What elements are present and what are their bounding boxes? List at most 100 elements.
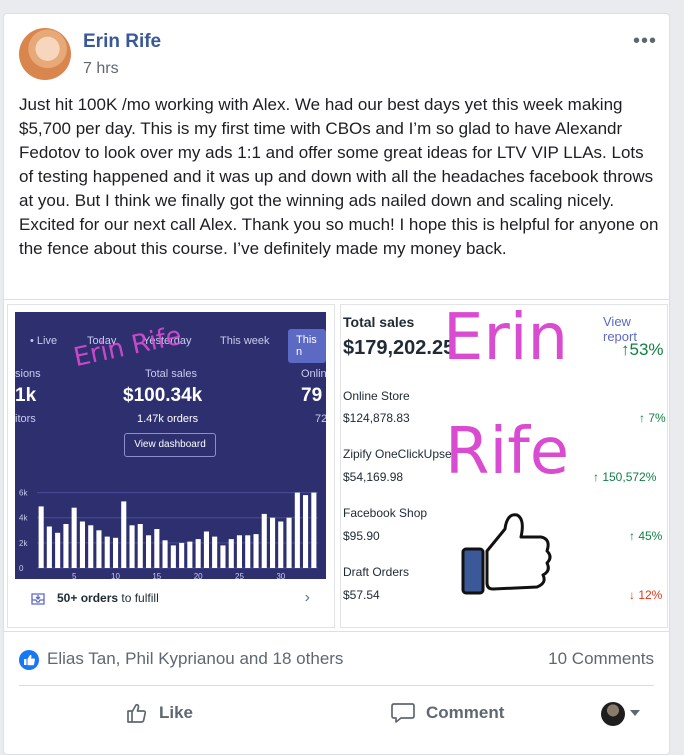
row-value: $124,878.83 — [343, 411, 410, 425]
x-tick-label: 15 — [152, 572, 161, 579]
chart-bar — [38, 506, 44, 568]
row-name: Facebook Shop — [343, 506, 428, 520]
chart-bar — [278, 521, 284, 568]
chart-bar — [286, 517, 292, 568]
chart-bar — [253, 534, 259, 568]
like-icon — [127, 703, 147, 723]
total-sales-label: Total sales — [145, 368, 197, 380]
chart-bar — [146, 535, 152, 568]
chart-bar — [46, 526, 52, 568]
chart-bar — [71, 507, 77, 568]
orders-to-fulfill[interactable]: 50+ orders to fulfill › — [15, 579, 326, 619]
x-tick-label: 10 — [111, 572, 120, 579]
chart-bar — [154, 529, 160, 568]
tab-this-month: This n — [288, 329, 326, 363]
more-options-icon[interactable]: ••• — [633, 30, 657, 53]
fulfill-suffix: to fulfill — [118, 591, 159, 605]
fulfill-count: 50+ orders — [57, 591, 119, 605]
chart-bar — [129, 525, 135, 568]
chart-bar — [203, 531, 209, 568]
like-reaction-icon[interactable] — [19, 650, 39, 670]
like-label: Like — [159, 703, 194, 722]
chart-bar — [236, 535, 242, 568]
chart-bar — [121, 501, 127, 568]
chevron-down-icon[interactable] — [630, 710, 640, 716]
row-name: Draft Orders — [343, 565, 410, 579]
row-value: $54,169.98 — [343, 470, 404, 484]
chart-bar — [79, 521, 85, 568]
x-tick-label: 5 — [72, 572, 77, 579]
x-tick-label: 25 — [235, 572, 244, 579]
comments-count[interactable]: 10 Comments — [548, 649, 654, 669]
chart-bar — [245, 535, 251, 568]
inbox-icon — [31, 593, 45, 605]
orders-count: 1.47k orders — [137, 413, 199, 425]
chart-bar — [187, 541, 193, 568]
dashboard-screenshot[interactable]: • Live Today Yesterday This week This n … — [7, 304, 335, 628]
chart-bar — [270, 517, 276, 568]
watermark-rife: Rife — [445, 415, 570, 489]
author-name[interactable]: Erin Rife — [83, 31, 161, 53]
chart-bar — [228, 539, 234, 568]
online-label: Onlin — [301, 368, 326, 380]
row-value: $95.90 — [343, 529, 380, 543]
sessions-value: 1k — [15, 385, 37, 406]
row-change: ↓ 12% — [629, 588, 663, 602]
sales-total: $179,202.25 — [343, 337, 455, 359]
dashboard-panel: • Live Today Yesterday This week This n … — [15, 312, 326, 579]
tab-this-week: This week — [220, 335, 270, 347]
chart-bar — [195, 539, 201, 568]
sales-title: Total sales — [343, 314, 415, 330]
post-timestamp[interactable]: 7 hrs — [83, 60, 119, 78]
online-value: 79 — [301, 385, 323, 406]
chart-bar — [170, 545, 176, 568]
view-dashboard-button[interactable]: View dashboard — [124, 433, 216, 457]
chevron-right-icon: › — [304, 589, 310, 606]
row-name: Zipify OneClickUpsell — [343, 447, 458, 461]
x-tick-label: 30 — [276, 572, 285, 579]
author-avatar[interactable] — [19, 28, 71, 80]
chart-bar — [303, 495, 309, 568]
chart-bar — [162, 540, 168, 568]
row-change: ↑ 7% — [639, 411, 666, 425]
post-card: Erin Rife 7 hrs ••• Just hit 100K /mo wo… — [3, 13, 670, 755]
chart-bar — [88, 525, 94, 568]
thumbs-up-icon — [461, 513, 552, 595]
row-change: ↑ 150,572% — [593, 470, 657, 484]
sales-total-change: ↑53% — [621, 340, 664, 359]
visitors-label: itors — [15, 413, 36, 425]
chart-bar — [113, 537, 119, 568]
y-tick-label: 4k — [19, 514, 28, 523]
online-sub: 72.8 — [315, 413, 326, 425]
chart-bar — [63, 524, 69, 568]
comment-icon — [391, 703, 415, 723]
chart-bar — [104, 536, 110, 568]
chart-bar — [212, 536, 218, 568]
tab-live: • Live — [30, 335, 58, 347]
x-tick-label: 20 — [194, 572, 203, 579]
sales-bar-chart: 6k 4k 2k 0 5 10 15 20 25 30 — [19, 489, 318, 579]
action-bar: Like Comment — [4, 694, 669, 734]
chart-bar — [55, 532, 61, 568]
reactions-bar: Elias Tan, Phil Kyprianou and 18 others … — [4, 642, 669, 686]
row-change: ↑ 45% — [629, 529, 663, 543]
post-text: Just hit 100K /mo working with Alex. We … — [19, 95, 659, 258]
chart-bar — [220, 545, 226, 568]
y-tick-label: 0 — [19, 564, 24, 573]
viewer-avatar[interactable] — [601, 702, 625, 726]
watermark-erin: Erin — [443, 304, 569, 375]
y-tick-label: 2k — [19, 539, 28, 548]
row-value: $57.54 — [343, 588, 380, 602]
chart-bar — [137, 524, 143, 568]
watermark-left: Erin Rife — [71, 320, 185, 374]
chart-bar — [96, 530, 102, 568]
divider — [19, 685, 654, 686]
chart-bar — [261, 513, 267, 568]
reaction-names[interactable]: Elias Tan, Phil Kyprianou and 18 others — [47, 649, 343, 669]
row-name: Online Store — [343, 389, 410, 403]
total-sales-value: $100.34k — [123, 385, 203, 406]
sales-breakdown-screenshot[interactable]: Total sales View report $179,202.25 ↑53%… — [340, 304, 668, 628]
chart-bar — [179, 542, 185, 568]
post-images[interactable]: • Live Today Yesterday This week This n … — [4, 299, 669, 632]
comment-label: Comment — [426, 703, 505, 722]
